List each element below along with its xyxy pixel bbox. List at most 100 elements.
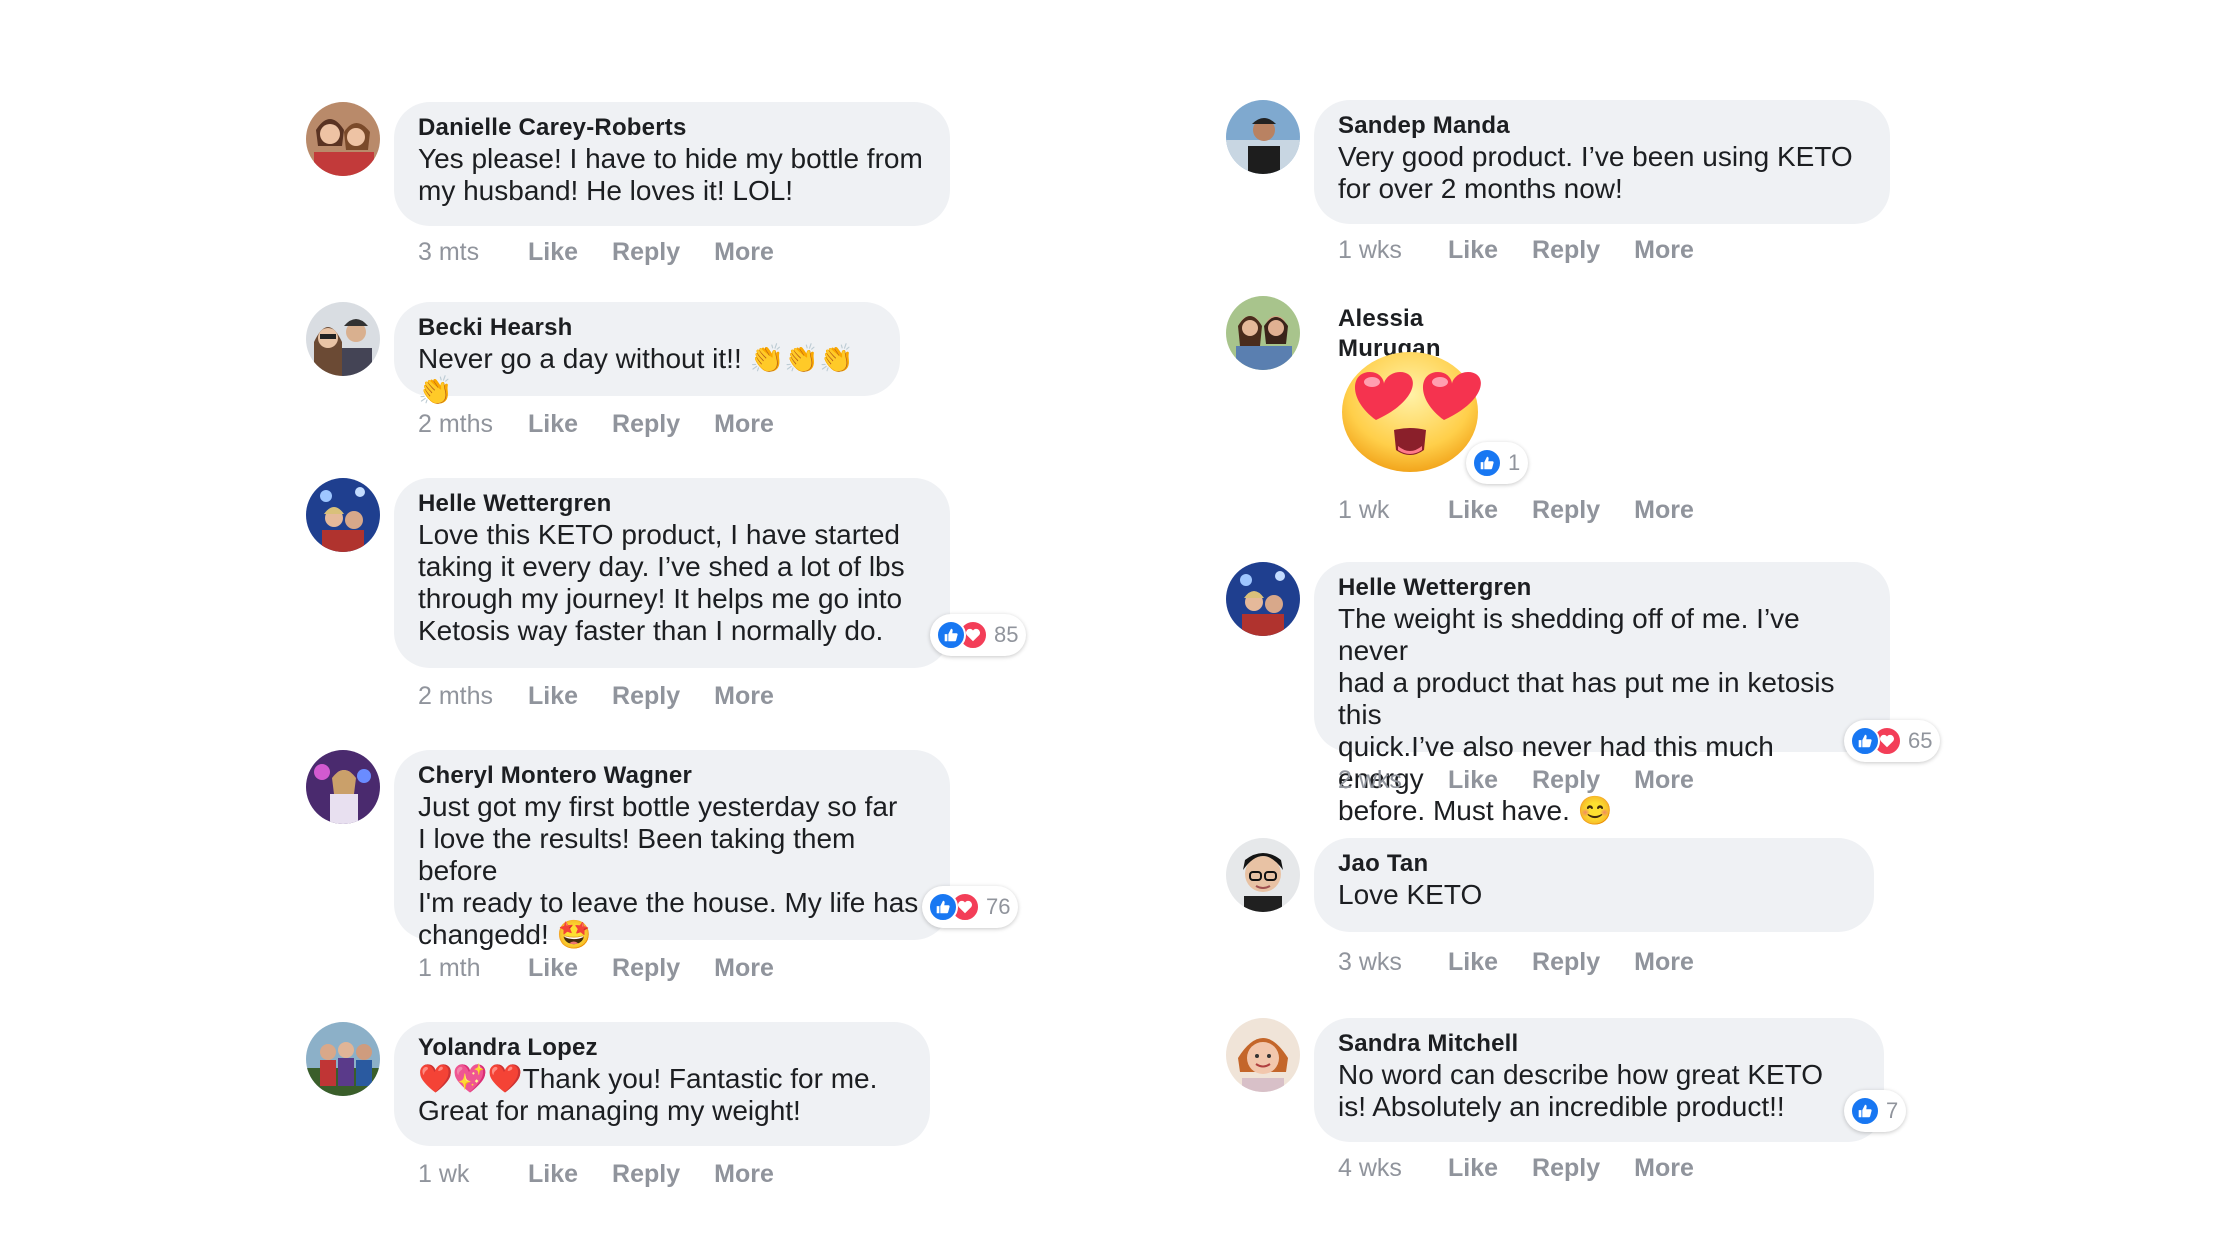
like-link[interactable]: Like: [528, 238, 578, 267]
avatar[interactable]: [306, 1022, 380, 1096]
avatar[interactable]: [1226, 296, 1300, 370]
comment-actions: 3 wks Like Reply More: [1338, 948, 1728, 977]
like-link[interactable]: Like: [1448, 496, 1498, 525]
more-link[interactable]: More: [714, 954, 774, 983]
commenter-name[interactable]: Becki Hearsh: [418, 313, 876, 343]
commenter-name[interactable]: Sandep Manda: [1338, 111, 1866, 141]
comment-text-line: ❤️💖❤️Thank you! Fantastic for me.: [418, 1063, 878, 1094]
comment-text-line: before. Must have. 😊: [1338, 795, 1613, 826]
like-link[interactable]: Like: [528, 1160, 578, 1189]
avatar[interactable]: [1226, 838, 1300, 912]
comment-bubble: Becki Hearsh Never go a day without it!!…: [394, 302, 900, 406]
reply-link[interactable]: Reply: [1532, 948, 1600, 977]
more-link[interactable]: More: [1634, 496, 1694, 525]
reaction-count: 76: [986, 894, 1011, 919]
comment-text-line: Very good product. I’ve been using KETO: [1338, 141, 1853, 172]
timestamp[interactable]: 3 mts: [418, 238, 528, 267]
commenter-name[interactable]: Helle Wettergren: [1338, 573, 1866, 603]
commenter-name[interactable]: Yolandra Lopez: [418, 1033, 906, 1063]
comment-bubble: Danielle Carey-Roberts Yes please! I hav…: [394, 102, 950, 226]
comment-bubble: Sandra Mitchell No word can describe how…: [1314, 1018, 1884, 1142]
comment-text-line: No word can describe how great KETO: [1338, 1059, 1824, 1090]
timestamp[interactable]: 2 wks: [1338, 766, 1448, 795]
avatar[interactable]: [306, 302, 380, 376]
comment-bubble: Sandep Manda Very good product. I’ve bee…: [1314, 100, 1890, 224]
like-link[interactable]: Like: [528, 682, 578, 711]
comment-actions: 1 mth Like Reply More: [418, 954, 808, 983]
avatar[interactable]: [306, 478, 380, 552]
like-reaction-icon: [1472, 448, 1502, 478]
more-link[interactable]: More: [714, 1160, 774, 1189]
timestamp[interactable]: 1 wk: [1338, 496, 1448, 525]
commenter-name[interactable]: Danielle Carey-Roberts: [418, 113, 926, 143]
reaction-count: 1: [1508, 450, 1521, 475]
reply-link[interactable]: Reply: [612, 410, 680, 439]
comment-actions: 1 wk Like Reply More: [1338, 496, 1728, 525]
reply-link[interactable]: Reply: [612, 238, 680, 267]
timestamp[interactable]: 4 wks: [1338, 1154, 1448, 1183]
like-link[interactable]: Like: [1448, 766, 1498, 795]
like-link[interactable]: Like: [1448, 236, 1498, 265]
comment-text-line: Yes please! I have to hide my bottle fro…: [418, 143, 923, 174]
comment-text-line: taking it every day. I’ve shed a lot of …: [418, 551, 905, 582]
comment-actions: 2 mths Like Reply More: [418, 410, 808, 439]
avatar[interactable]: [1226, 562, 1300, 636]
reaction-summary[interactable]: 7: [1844, 1090, 1907, 1132]
commenter-name[interactable]: Cheryl Montero Wagner: [418, 761, 926, 791]
comment-text-line: Love this KETO product, I have started: [418, 519, 900, 550]
comment-bubble: Jao Tan Love KETO: [1314, 838, 1874, 932]
reaction-count: 65: [1908, 728, 1933, 753]
like-link[interactable]: Like: [1448, 948, 1498, 977]
reply-link[interactable]: Reply: [1532, 236, 1600, 265]
reaction-summary[interactable]: 1: [1466, 442, 1529, 484]
comment-text-line: through my journey! It helps me go into: [418, 583, 903, 614]
comment-actions: 1 wk Like Reply More: [418, 1160, 808, 1189]
comment-bubble: Helle Wettergren Love this KETO product,…: [394, 478, 950, 668]
like-link[interactable]: Like: [528, 954, 578, 983]
avatar[interactable]: [306, 750, 380, 824]
comment-text-line: is! Absolutely an incredible product!!: [1338, 1091, 1785, 1122]
reply-link[interactable]: Reply: [1532, 1154, 1600, 1183]
like-link[interactable]: Like: [1448, 1154, 1498, 1183]
reaction-summary[interactable]: 76: [922, 886, 1019, 928]
avatar[interactable]: [306, 102, 380, 176]
timestamp[interactable]: 2 mths: [418, 682, 528, 711]
more-link[interactable]: More: [714, 238, 774, 267]
commenter-name[interactable]: Sandra Mitchell: [1338, 1029, 1860, 1059]
comment-actions: 3 mts Like Reply More: [418, 238, 808, 267]
timestamp[interactable]: 3 wks: [1338, 948, 1448, 977]
reply-link[interactable]: Reply: [1532, 496, 1600, 525]
comment-text-line: The weight is shedding off of me. I’ve n…: [1338, 603, 1800, 666]
more-link[interactable]: More: [1634, 236, 1694, 265]
reply-link[interactable]: Reply: [612, 1160, 680, 1189]
comment-text-line: for over 2 months now!: [1338, 173, 1623, 204]
timestamp[interactable]: 2 mths: [418, 410, 528, 439]
reply-link[interactable]: Reply: [612, 954, 680, 983]
reply-link[interactable]: Reply: [612, 682, 680, 711]
comment-actions: 1 wks Like Reply More: [1338, 236, 1728, 265]
like-link[interactable]: Like: [528, 410, 578, 439]
comment-text-line: changedd! 🤩: [418, 919, 592, 950]
more-link[interactable]: More: [1634, 948, 1694, 977]
comment-text-line: my husband! He loves it! LOL!: [418, 175, 794, 206]
avatar[interactable]: [1226, 1018, 1300, 1092]
reaction-summary[interactable]: 85: [930, 614, 1027, 656]
comment-actions: 2 mths Like Reply More: [418, 682, 808, 711]
more-link[interactable]: More: [1634, 766, 1694, 795]
commenter-name[interactable]: Helle Wettergren: [418, 489, 926, 519]
comment-text-line: Love KETO: [1338, 879, 1483, 910]
comment-bubble: Cheryl Montero Wagner Just got my first …: [394, 750, 950, 950]
more-link[interactable]: More: [714, 682, 774, 711]
commenter-name[interactable]: Jao Tan: [1338, 849, 1850, 879]
like-reaction-icon: [936, 620, 966, 650]
comment-text-line: I love the results! Been taking them bef…: [418, 823, 856, 886]
avatar[interactable]: [1226, 100, 1300, 174]
more-link[interactable]: More: [714, 410, 774, 439]
timestamp[interactable]: 1 wk: [418, 1160, 528, 1189]
reaction-summary[interactable]: 65: [1844, 720, 1941, 762]
like-reaction-icon: [1850, 1096, 1880, 1126]
timestamp[interactable]: 1 wks: [1338, 236, 1448, 265]
more-link[interactable]: More: [1634, 1154, 1694, 1183]
reply-link[interactable]: Reply: [1532, 766, 1600, 795]
timestamp[interactable]: 1 mth: [418, 954, 528, 983]
